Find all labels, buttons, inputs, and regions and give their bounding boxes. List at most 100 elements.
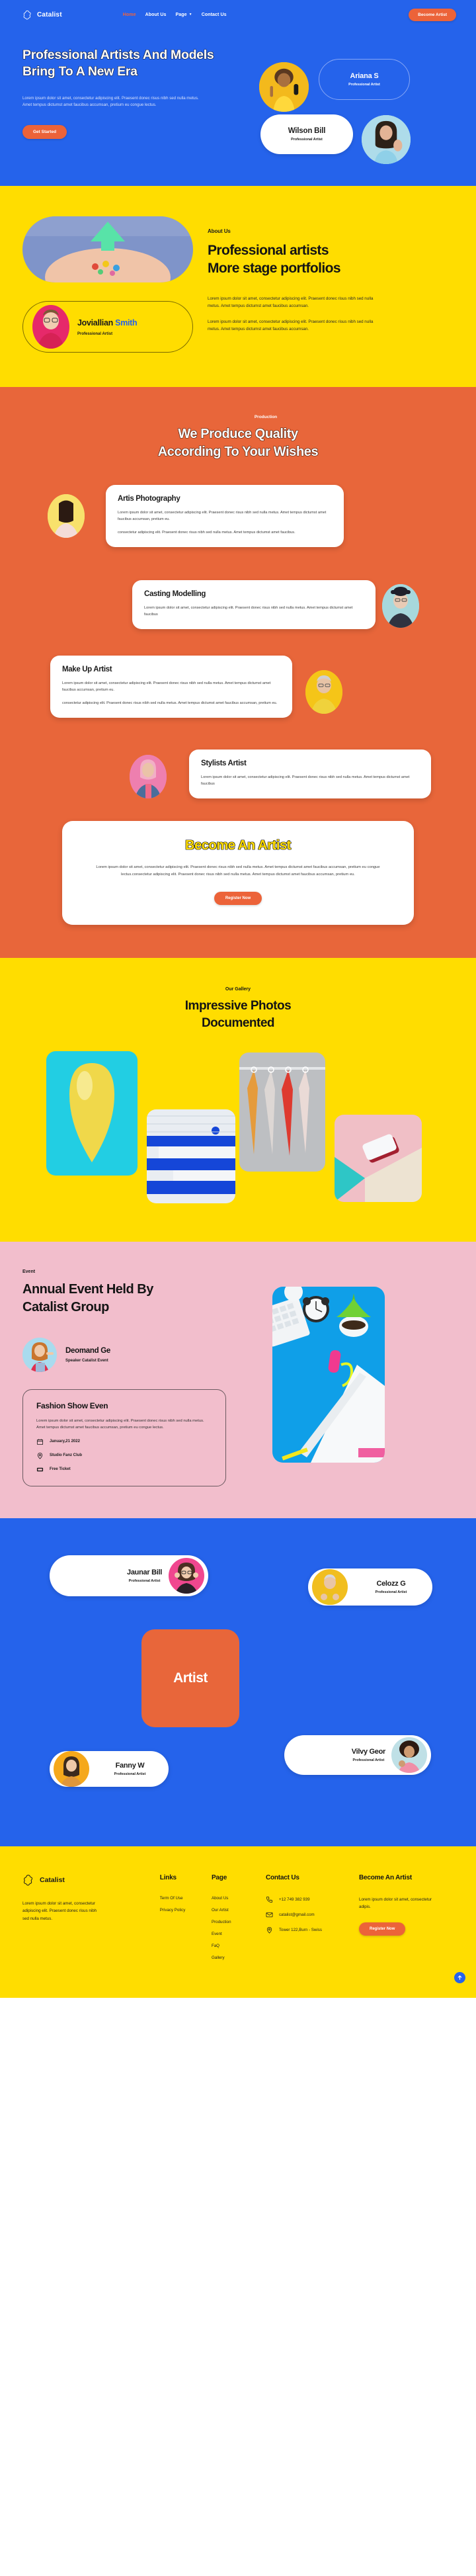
about-person-first: Joviallian — [77, 318, 116, 327]
hero-card-ariana[interactable]: Ariana S Professional Artist — [319, 59, 410, 100]
gallery-item-clothes[interactable] — [239, 1052, 325, 1172]
nav-link-label: Contact Us — [201, 13, 227, 17]
event-detail-card[interactable]: Fashion Show Even Lorem ipsum dolor sit … — [22, 1389, 226, 1486]
about-person-last: Smith — [115, 318, 138, 327]
avatar-artwork — [259, 62, 309, 112]
avatar-artwork — [48, 494, 85, 538]
artist-card-role: Professional Artist — [128, 1578, 161, 1583]
gallery-title-line2: Documented — [201, 1015, 275, 1030]
event-meta-ticket: Free Ticket — [36, 1466, 212, 1473]
nav-link-contact-us[interactable]: Contact Us — [202, 13, 227, 17]
back-to-top-button[interactable] — [454, 1971, 465, 1983]
footer-link-production[interactable]: Production — [212, 1920, 266, 1924]
gallery-item-stairs[interactable] — [147, 1109, 235, 1204]
about-hands-photo — [22, 216, 193, 282]
avatar-artwork — [22, 1338, 57, 1373]
footer-link-faq[interactable]: FaQ — [212, 1944, 266, 1948]
nav-link-page[interactable]: Page ▼ — [176, 13, 192, 17]
service-card-stylists-artist[interactable]: Stylists Artist Lorem ipsum dolor sit am… — [189, 750, 431, 799]
site-footer: Catalist Lorem ipsum dolor sit amet, con… — [0, 1846, 476, 1998]
event-card-paragraph: Lorem ipsum dolor sit amet, consectetur … — [36, 1419, 204, 1430]
location-pin-icon — [266, 1926, 272, 1934]
hero-description: Lorem ipsum dolor sit amet, consectetur … — [22, 95, 199, 108]
avatar-artwork — [305, 670, 342, 714]
register-now-button[interactable]: Register Now — [214, 891, 262, 905]
footer-link-privacy-policy[interactable]: Privacy Policy — [160, 1908, 212, 1912]
service-title: Artis Photography — [118, 495, 180, 503]
service-paragraph-2: consectetur adipiscing elit. Praesent do… — [62, 701, 278, 706]
artist-card-text: Jaunar Bill Professional Artist — [127, 1568, 162, 1583]
footer-contact-phone[interactable]: +12 749 382 939 — [266, 1896, 359, 1903]
hero-title: Professional Artists And Models Bring To… — [22, 48, 214, 79]
nav-link-about-us[interactable]: About Us — [145, 13, 167, 17]
service-row-1: Artis Photography Lorem ipsum dolor sit … — [0, 485, 476, 550]
about-title-line1: Professional artists — [208, 243, 329, 258]
footer-contact-text: catalist@gmail.com — [278, 1912, 315, 1917]
speaker-name: Deomand Ge — [65, 1347, 110, 1355]
about-person-avatar — [32, 305, 69, 349]
footer-links-list: Term Of Use Privacy Policy — [160, 1896, 212, 1912]
nav-link-label: Page — [175, 13, 187, 17]
footer-contact-email[interactable]: catalist@gmail.com — [266, 1911, 359, 1918]
artist-card-celozz-g[interactable]: Celozz G Professional Artist — [308, 1568, 432, 1606]
artist-card-name: Fanny W — [115, 1761, 145, 1770]
artist-card-role: Professional Artist — [375, 1590, 407, 1594]
about-paragraph-1: Lorem ipsum dolor sit amet, consectetur … — [208, 296, 374, 309]
footer-brand[interactable]: Catalist — [22, 1874, 160, 1887]
nav-links: Home About Us Page ▼ Contact Us — [123, 13, 227, 17]
service-row-4: Stylists Artist Lorem ipsum dolor sit am… — [0, 750, 476, 799]
gallery-eyebrow: Our Gallery — [225, 986, 251, 992]
artist-center-label: Artist — [173, 1670, 208, 1686]
service-title: Make Up Artist — [62, 665, 112, 674]
about-person-card[interactable]: Joviallian Smith Professional Artist — [22, 301, 193, 353]
about-paragraph-2: Lorem ipsum dolor sit amet, consectetur … — [208, 319, 374, 331]
event-eyebrow: Event — [22, 1269, 36, 1275]
artist-card-jaunar-bill[interactable]: Jaunar Bill Professional Artist — [50, 1555, 208, 1596]
gallery-item-balloon[interactable] — [46, 1051, 138, 1176]
artist-card-name: Vilvy Geor — [351, 1747, 386, 1756]
event-title: Annual Event Held By Catalist Group — [22, 1281, 260, 1316]
ticket-icon — [36, 1467, 44, 1472]
arrow-up-circle-icon — [457, 1975, 462, 1980]
footer-link-term-of-use[interactable]: Term Of Use — [160, 1896, 212, 1901]
production-title-line1: We Produce Quality — [178, 427, 298, 441]
service-card-casting-modelling[interactable]: Casting Modelling Lorem ipsum dolor sit … — [132, 580, 376, 630]
gallery-item-phone[interactable] — [335, 1115, 422, 1203]
footer-columns: Catalist Lorem ipsum dolor sit amet, con… — [22, 1874, 454, 1967]
artist-card-name: Jaunar Bill — [127, 1568, 162, 1576]
footer-link-event[interactable]: Event — [212, 1932, 266, 1936]
about-section: Joviallian Smith Professional Artist Abo… — [0, 186, 476, 387]
footer-link-our-artist[interactable]: Our Artist — [212, 1908, 266, 1912]
desk-flatlay-photo — [272, 1287, 385, 1463]
main-navigation: Catalist Home About Us Page ▼ Contact Us … — [0, 0, 476, 30]
event-title-line1: Annual Event Held By — [22, 1282, 153, 1297]
brand-logo[interactable]: Catalist — [22, 10, 62, 21]
event-section: Event Annual Event Held By Catalist Grou… — [0, 1242, 476, 1518]
service-card-make-up-artist[interactable]: Make Up Artist Lorem ipsum dolor sit ame… — [50, 656, 292, 718]
landing-page: Catalist Home About Us Page ▼ Contact Us … — [0, 0, 476, 1998]
become-artist-button[interactable]: Become Artist — [409, 9, 456, 21]
event-meta-location: Studio Fanz Club — [36, 1452, 212, 1459]
footer-become-text: Lorem ipsum dolor sit amet, consectetur … — [359, 1897, 432, 1910]
footer-link-about-us[interactable]: About Us — [212, 1896, 266, 1901]
hero-copy: Professional Artists And Models Bring To… — [22, 44, 241, 161]
footer-register-now-button[interactable]: Register Now — [359, 1922, 406, 1936]
avatar-artwork — [169, 1557, 204, 1594]
service-row-3: Make Up Artist Lorem ipsum dolor sit ame… — [0, 656, 476, 720]
service-card-artis-photography[interactable]: Artis Photography Lorem ipsum dolor sit … — [106, 485, 344, 548]
footer-link-gallery[interactable]: Gallery — [212, 1955, 266, 1960]
get-started-button[interactable]: Get Started — [22, 125, 67, 139]
footer-contact-address[interactable]: Tower 122,Burn - Swiss — [266, 1926, 359, 1934]
speaker-role: Speaker Catalist Event — [65, 1359, 108, 1363]
about-title-line2: More stage portfolios — [208, 261, 341, 277]
footer-page-heading: Page — [211, 1873, 227, 1881]
artist-card-fanny-w[interactable]: Fanny W Professional Artist — [50, 1750, 169, 1787]
artist-card-vilvy-geor[interactable]: Vilvy Geor Professional Artist — [284, 1735, 431, 1775]
nav-link-home[interactable]: Home — [123, 13, 136, 17]
gallery-section: Our Gallery Impressive Photos Documented — [0, 957, 476, 1242]
event-photo-art — [272, 1287, 385, 1463]
hero-card-wilson[interactable]: Wilson Bill Professional Artist — [260, 114, 353, 154]
footer-links-column: Links Term Of Use Privacy Policy — [160, 1874, 212, 1967]
artist-card-avatar — [391, 1737, 427, 1773]
service-paragraph-1: Lorem ipsum dolor sit amet, consectetur … — [144, 606, 353, 617]
